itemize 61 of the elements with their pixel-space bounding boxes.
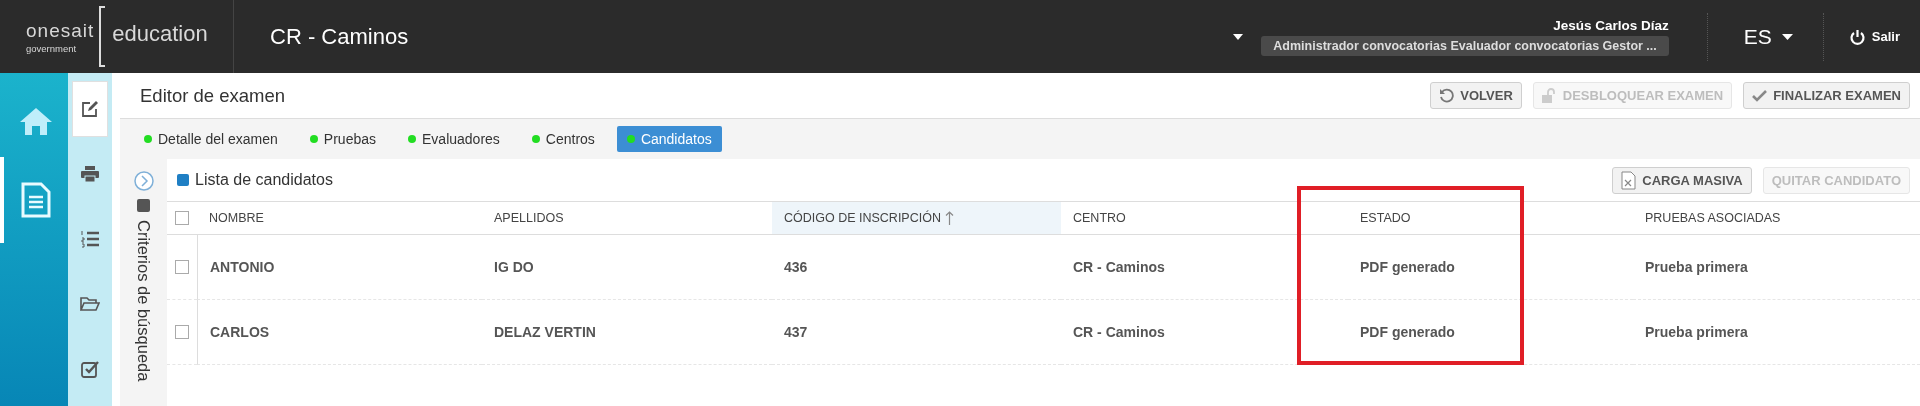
folder-icon: [80, 296, 100, 312]
nav-item[interactable]: [72, 81, 108, 137]
spreadsheet-file-icon: [1621, 170, 1637, 190]
tab[interactable]: Pruebas: [299, 126, 386, 152]
action-button[interactable]: VOLVER: [1430, 82, 1522, 109]
home-icon: [19, 106, 53, 136]
dropdown-caret-icon[interactable]: [1233, 33, 1244, 40]
table-cell: 436: [784, 259, 808, 275]
project-title: CR - Caminos: [270, 23, 410, 50]
logo-text: education: [112, 20, 208, 47]
table-cell: ANTONIO: [210, 259, 275, 275]
table-cell: CARLOS: [210, 324, 270, 340]
tab[interactable]: Detalle del examen: [134, 126, 288, 152]
logout-link[interactable]: Salir: [1871, 29, 1900, 44]
table-cell: DELAZ VERTIN: [494, 324, 596, 340]
column-header[interactable]: PRUEBAS ASOCIADAS: [1645, 211, 1781, 225]
checkbox[interactable]: [175, 211, 189, 225]
column-header[interactable]: ESTADO: [1360, 211, 1411, 225]
checkbox-icon: [81, 360, 99, 378]
action-button[interactable]: CARGA MASIVA: [1612, 166, 1752, 194]
checkbox[interactable]: [175, 260, 189, 274]
status-dot: [626, 135, 635, 143]
user-name: Jesús Carlos Díaz: [1553, 17, 1669, 33]
table-cell: CR - Caminos: [1073, 324, 1165, 340]
tab[interactable]: Evaluadores: [398, 126, 510, 152]
column-header[interactable]: CENTRO: [1073, 211, 1126, 225]
undo-icon: [1439, 88, 1455, 103]
status-dot: [531, 135, 540, 143]
column-header[interactable]: APELLIDOS: [494, 211, 564, 225]
table-cell: CR - Caminos: [1073, 259, 1165, 275]
column-header[interactable]: NOMBRE: [209, 211, 264, 225]
dropdown-caret-icon[interactable]: [1781, 33, 1793, 40]
table-cell: IG DO: [494, 259, 534, 275]
checkbox[interactable]: [175, 325, 189, 339]
table-cell: Prueba primera: [1645, 259, 1748, 275]
document-icon: [21, 182, 51, 218]
table-cell: 437: [784, 324, 808, 340]
numbered-list-icon: [81, 230, 99, 248]
user-roles-badge: Administrador convocatorias Evaluador convocatorias Gestor ...: [1261, 35, 1669, 56]
table-cell: PDF generado: [1360, 259, 1455, 275]
expand-chevron-icon[interactable]: [133, 171, 154, 191]
language-selector[interactable]: ES: [1743, 24, 1772, 49]
status-dot: [144, 135, 152, 143]
table-cell: Prueba primera: [1645, 324, 1748, 340]
check-icon: [1752, 89, 1768, 102]
status-dot: [408, 135, 416, 143]
square-icon: [177, 174, 189, 186]
tab[interactable]: Centros: [521, 126, 605, 152]
action-button[interactable]: FINALIZAR EXAMEN: [1743, 82, 1910, 109]
printer-icon: [81, 166, 99, 182]
unlock-icon: [1541, 88, 1557, 103]
power-icon: [1849, 28, 1865, 45]
logo-frame-icon: [98, 5, 107, 68]
logo-subtext: government: [26, 42, 78, 54]
edit-icon: [81, 100, 99, 118]
logo-text: onesait: [26, 19, 95, 42]
status-dot: [309, 135, 318, 143]
list-title: Lista de candidatos: [195, 171, 333, 189]
table-cell: PDF generado: [1360, 324, 1455, 340]
square-icon: [137, 199, 150, 212]
page-title: Editor de examen: [140, 84, 286, 107]
